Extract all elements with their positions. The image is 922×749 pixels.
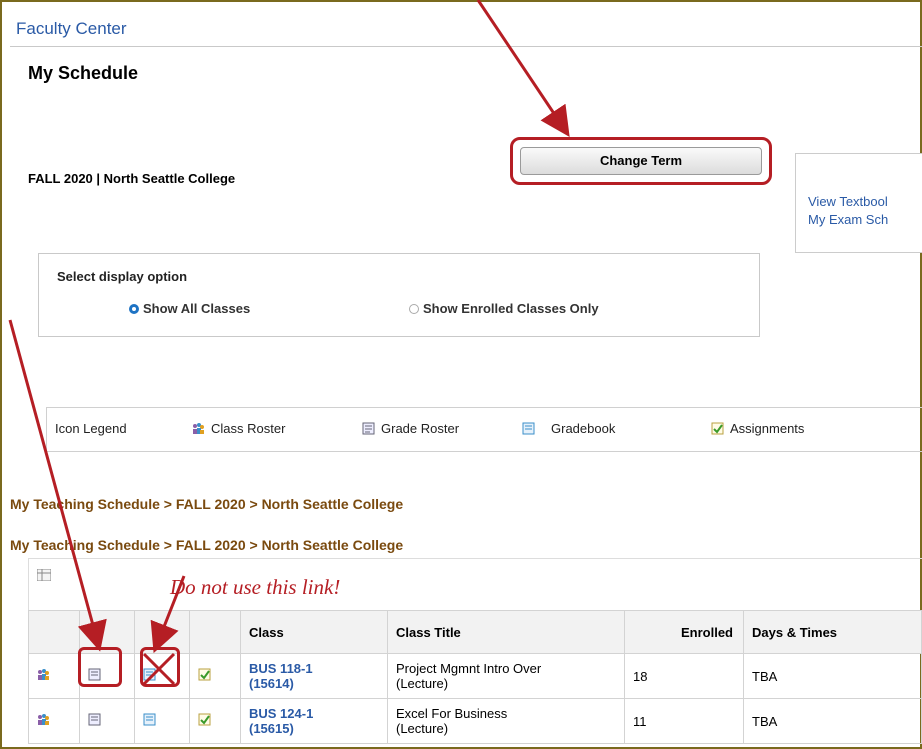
class-title-cell: Project Mgmnt Intro Over (Lecture) [387, 653, 625, 699]
my-exam-schedule-link[interactable]: My Exam Sch [808, 212, 888, 227]
col-class: Class [240, 610, 388, 654]
gradebook-highlight [140, 647, 180, 687]
legend-assignments: Assignments [711, 421, 804, 436]
class-link[interactable]: BUS 124-1 (15615) [240, 698, 388, 744]
radio-unselected-icon [409, 304, 419, 314]
days-times-cell: TBA [743, 698, 922, 744]
grade-roster-icon [362, 422, 375, 435]
assignments-icon [711, 422, 724, 435]
icon-legend: Icon Legend Class Roster Grade Roster Gr… [46, 407, 922, 452]
links-panel: View Textbool My Exam Sch [795, 153, 922, 253]
radio-show-enrolled-only[interactable]: Show Enrolled Classes Only [409, 301, 599, 316]
legend-grade-roster: Grade Roster [362, 421, 459, 436]
class-roster-cell[interactable] [28, 698, 80, 744]
col-assignments [189, 610, 241, 654]
gradebook-icon [522, 422, 535, 435]
grade-roster-icon[interactable] [88, 713, 101, 726]
change-term-button[interactable]: Change Term [520, 147, 762, 175]
class-roster-icon[interactable] [37, 668, 50, 681]
assignments-icon[interactable] [198, 668, 211, 681]
class-roster-icon[interactable] [37, 713, 50, 726]
assignments-icon[interactable] [198, 713, 211, 726]
view-textbook-link[interactable]: View Textbool [808, 194, 888, 209]
breadcrumb[interactable]: My Teaching Schedule > FALL 2020 > North… [10, 537, 403, 553]
breadcrumb[interactable]: My Teaching Schedule > FALL 2020 > North… [10, 496, 403, 512]
days-times-cell: TBA [743, 653, 922, 699]
enrolled-cell: 18 [624, 653, 744, 699]
change-term-highlight: Change Term [510, 137, 772, 185]
header-divider [10, 46, 922, 47]
display-option-label: Select display option [57, 269, 188, 284]
col-days-times: Days & Times [743, 610, 922, 654]
gradebook-cell[interactable] [134, 698, 190, 744]
gradebook-icon[interactable] [143, 713, 156, 726]
table-toolbar [28, 558, 922, 611]
grade-roster-highlight [78, 647, 122, 687]
col-class-title: Class Title [387, 610, 625, 654]
grade-roster-cell[interactable] [79, 698, 135, 744]
enrolled-cell: 11 [624, 698, 744, 744]
display-option-box: Select display option Show All Classes S… [38, 253, 760, 337]
radio-selected-icon [129, 304, 139, 314]
table-row: BUS 124-1 (15615) Excel For Business (Lect… [28, 698, 922, 744]
class-roster-cell[interactable] [28, 653, 80, 699]
radio-show-all-classes[interactable]: Show All Classes [129, 301, 250, 316]
header-title: Faculty Center [16, 19, 127, 38]
class-roster-icon [193, 423, 204, 434]
class-title-cell: Excel For Business (Lecture) [387, 698, 625, 744]
term-label: FALL 2020 | North Seattle College [28, 171, 236, 186]
class-link[interactable]: BUS 118-1 (15614) [240, 653, 388, 699]
table-view-icon[interactable] [37, 569, 51, 581]
assignments-cell[interactable] [189, 653, 241, 699]
legend-class-roster: Class Roster [192, 421, 285, 436]
faculty-center-page: Faculty Center My Schedule FALL 2020 | N… [10, 10, 922, 749]
legend-gradebook: Gradebook [522, 421, 615, 436]
annotation-note: Do not use this link! [170, 575, 341, 599]
col-roster [28, 610, 80, 654]
icon-legend-title: Icon Legend [55, 421, 127, 436]
col-enrolled: Enrolled [624, 610, 744, 654]
assignments-cell[interactable] [189, 698, 241, 744]
page-title: My Schedule [28, 63, 139, 83]
